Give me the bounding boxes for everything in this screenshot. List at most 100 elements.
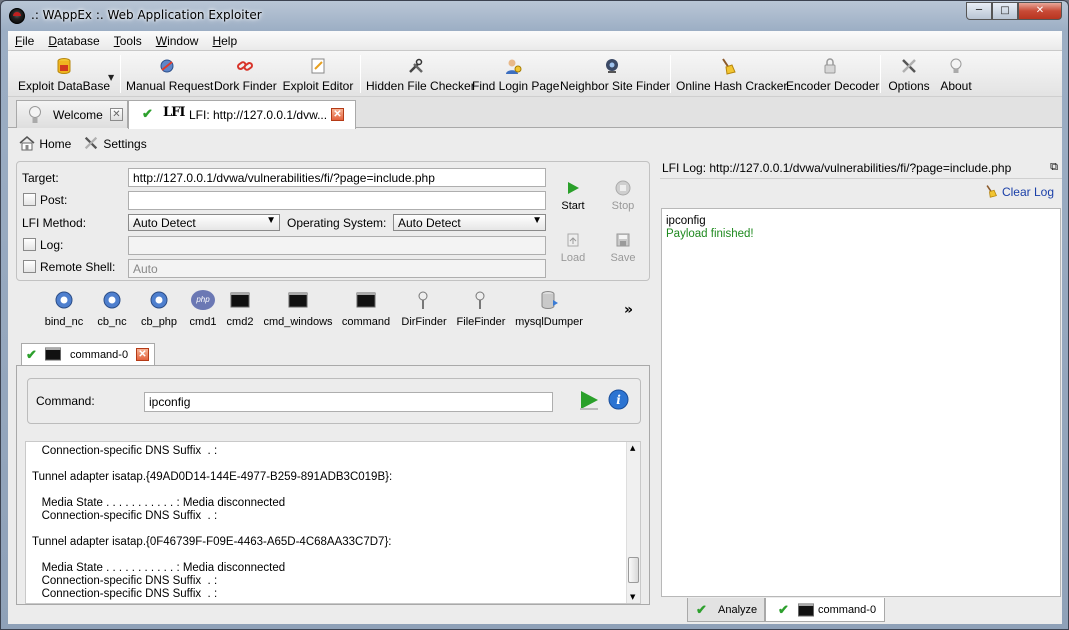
payload-label: DirFinder — [401, 316, 447, 328]
encoder-decoder-button[interactable]: Encoder Decoder — [786, 55, 879, 95]
tab-analyze[interactable]: ✔ Analyze — [687, 598, 765, 622]
toolbar-separator — [120, 55, 121, 93]
close-tab-icon[interactable]: ✕ — [331, 108, 344, 121]
payload-filefinder[interactable]: FileFinder — [456, 290, 506, 328]
toolbar-label: Exploit DataBase — [17, 79, 111, 93]
load-icon — [567, 233, 579, 247]
os-select[interactable]: Auto Detect ▼ — [393, 214, 546, 231]
log-label: Log: — [40, 238, 64, 252]
online-hash-cracker-button[interactable]: Online Hash Cracker — [676, 55, 787, 95]
webcam-icon — [606, 59, 618, 73]
about-button[interactable]: About — [936, 55, 976, 95]
maximize-button[interactable]: □ — [992, 2, 1018, 20]
menu-window[interactable]: Window — [149, 31, 206, 50]
log-output[interactable]: ipconfig Payload finished! — [661, 208, 1061, 597]
post-checkbox[interactable] — [23, 193, 36, 206]
tab-welcome[interactable]: Welcome ✕ — [16, 100, 128, 128]
remote-shell-checkbox[interactable] — [23, 260, 36, 273]
menu-database[interactable]: Database — [41, 31, 106, 50]
payload-label: cmd1 — [189, 316, 217, 328]
title-bar[interactable]: .: WAppEx :. Web Application Exploiter ─… — [1, 1, 1068, 31]
gear-icon — [55, 291, 73, 309]
padlock-icon — [824, 58, 836, 74]
scroll-down-icon[interactable]: ▼ — [630, 593, 635, 601]
app-window: .: WAppEx :. Web Application Exploiter ─… — [0, 0, 1069, 630]
toolbar-label: Encoder Decoder — [786, 79, 880, 93]
menu-help[interactable]: Help — [205, 31, 244, 50]
payload-cmd1[interactable]: php cmd1 — [186, 290, 220, 328]
payload-cmd2[interactable]: cmd2 — [224, 290, 256, 328]
find-login-page-button[interactable]: Find Login Page — [472, 55, 559, 95]
neighbor-site-finder-button[interactable]: Neighbor Site Finder — [560, 55, 670, 95]
clear-log-button[interactable]: Clear Log — [983, 184, 1054, 199]
remote-shell-input[interactable]: Auto — [128, 259, 546, 278]
log-input[interactable] — [128, 236, 546, 255]
lfi-method-select[interactable]: Auto Detect ▼ — [128, 214, 280, 231]
minimize-button[interactable]: ─ — [966, 2, 992, 20]
save-label: Save — [610, 252, 636, 264]
post-label: Post: — [40, 193, 68, 207]
payload-command[interactable]: command — [340, 290, 392, 328]
save-button[interactable]: Save — [607, 232, 639, 264]
payload-cb-nc[interactable]: cb_nc — [92, 290, 132, 328]
toolbar-separator — [360, 55, 361, 93]
command-pane: Command: ipconfig i Connection-specific … — [16, 365, 650, 605]
toolbar-label: Hidden File Checker — [366, 79, 475, 93]
menu-tools[interactable]: Tools — [107, 31, 149, 50]
post-input[interactable] — [128, 191, 546, 210]
request-icon — [160, 59, 174, 73]
close-tab-icon[interactable]: ✕ — [110, 108, 123, 121]
check-icon: ✔ — [142, 106, 153, 121]
command-input[interactable]: ipconfig — [144, 392, 553, 412]
close-tab-icon[interactable]: ✕ — [136, 348, 149, 361]
hidden-file-checker-button[interactable]: Hidden File Checker — [366, 55, 475, 95]
os-value: Auto Detect — [398, 216, 461, 230]
home-button[interactable]: Home — [18, 135, 71, 151]
payload-label: bind_nc — [44, 316, 84, 328]
terminal-icon — [45, 347, 61, 361]
payload-cmd-windows[interactable]: cmd_windows — [262, 290, 334, 328]
payload-dirfinder[interactable]: DirFinder — [400, 290, 448, 328]
tools-icon — [409, 58, 423, 73]
tab-command-0[interactable]: ✔ command-0 ✕ — [21, 343, 155, 365]
load-button[interactable]: Load — [557, 232, 589, 264]
toolbar-separator — [880, 55, 881, 93]
chevron-down-icon[interactable]: ▼ — [108, 73, 114, 82]
floppy-disk-icon — [616, 233, 630, 247]
output-scrollbar[interactable]: ▲ ▼ — [626, 442, 640, 603]
scroll-up-icon[interactable]: ▲ — [630, 444, 635, 452]
log-checkbox[interactable] — [23, 238, 36, 251]
output-line: Connection-specific DNS Suffix . : — [32, 575, 218, 587]
payload-bind-nc[interactable]: bind_nc — [42, 290, 86, 328]
settings-button[interactable]: Settings — [82, 135, 147, 151]
tab-lfi[interactable]: ✔ LFI LFI: http://127.0.0.1/dvw... ✕ — [128, 100, 356, 129]
scrollbar-thumb[interactable] — [628, 557, 639, 583]
broom-icon — [986, 185, 997, 198]
payload-cb-php[interactable]: cb_php — [138, 290, 180, 328]
options-button[interactable]: Options — [886, 55, 932, 95]
exploit-editor-button[interactable]: Exploit Editor — [282, 55, 354, 95]
stop-button[interactable]: Stop — [607, 180, 639, 212]
payload-label: FileFinder — [456, 316, 506, 328]
info-icon[interactable]: i — [608, 389, 629, 410]
close-button[interactable]: ✕ — [1018, 2, 1062, 20]
dork-finder-button[interactable]: Dork Finder — [214, 55, 277, 95]
exploit-database-button[interactable]: Exploit DataBase — [14, 55, 114, 95]
tab-command-0-log[interactable]: ✔ command-0 — [765, 598, 885, 622]
home-label: Home — [39, 137, 72, 151]
start-button[interactable]: Start — [557, 180, 589, 212]
tab-label: LFI: http://127.0.0.1/dvw... — [189, 108, 328, 122]
target-input[interactable]: http://127.0.0.1/dvwa/vulnerabilities/fi… — [128, 168, 546, 187]
command-output[interactable]: Connection-specific DNS Suffix . : Tunnel… — [25, 441, 641, 604]
magnifier-icon — [475, 291, 485, 309]
menu-file[interactable]: File — [8, 31, 41, 50]
restore-icon[interactable]: ⧉ — [1050, 161, 1058, 174]
execute-play-icon[interactable] — [578, 389, 600, 411]
lightbulb-icon — [29, 106, 41, 123]
manual-request-button[interactable]: Manual Request — [126, 55, 213, 95]
payload-mysqldumper[interactable]: mysqlDumper — [514, 290, 584, 328]
lfi-subtoolbar: Home Settings — [8, 129, 1062, 157]
app-icon[interactable] — [9, 8, 25, 24]
more-payloads-button[interactable]: » — [624, 302, 633, 318]
payload-label: command — [341, 316, 391, 328]
